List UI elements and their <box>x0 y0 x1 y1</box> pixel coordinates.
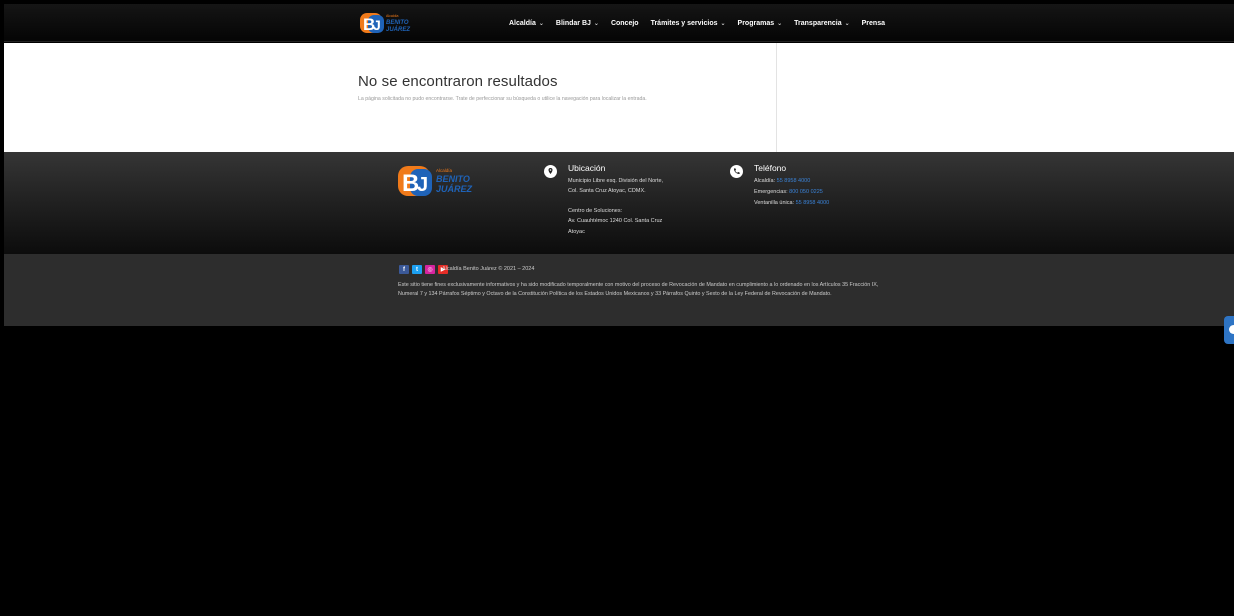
site-footer: B J Alcaldía BENITO JUÁREZ Ubicación Mun… <box>4 152 1234 254</box>
svg-text:J: J <box>373 17 381 33</box>
location-line: Atoyac <box>568 229 585 235</box>
chevron-down-icon: ⌄ <box>720 20 726 27</box>
phone-heading: Teléfono <box>754 163 787 173</box>
location-line: Centro de Soluciones: <box>568 208 623 214</box>
nav-item-concejo[interactable]: Concejo <box>611 20 639 27</box>
instagram-icon[interactable]: ◎ <box>425 265 435 274</box>
phone-icon <box>730 165 743 178</box>
location-pin-icon <box>544 165 557 178</box>
site-logo[interactable]: B J Alcaldía BENITO JUÁREZ <box>359 10 415 36</box>
svg-text:J: J <box>417 174 428 196</box>
footer-logo[interactable]: B J Alcaldía BENITO JUÁREZ <box>397 163 479 199</box>
phone-line-alcaldia: Alcaldía: 55 8958 4000 <box>754 178 811 184</box>
footer-location: Ubicación Municipio Libre esq. División … <box>544 163 714 253</box>
accessibility-tab[interactable] <box>1224 316 1234 344</box>
nav-item-tramites[interactable]: Trámites y servicios ⌄ <box>651 20 726 27</box>
nav-item-transparencia[interactable]: Transparencia ⌄ <box>794 20 850 27</box>
phone-line-emergencias: Emergencias: 800 050 0225 <box>754 189 823 195</box>
accessibility-icon <box>1229 325 1234 334</box>
location-line: Col. Santa Cruz Atoyac, CDMX. <box>568 188 646 194</box>
not-found-section: No se encontraron resultados La página s… <box>358 73 758 104</box>
sidebar-divider <box>776 43 777 152</box>
chevron-down-icon: ⌄ <box>538 20 544 27</box>
footer-phone: Teléfono Alcaldía: 55 8958 4000 Emergenc… <box>730 163 890 223</box>
svg-text:JUÁREZ: JUÁREZ <box>386 26 410 33</box>
chevron-down-icon: ⌄ <box>593 20 599 27</box>
phone-link-emergencias[interactable]: 800 050 0225 <box>789 189 823 195</box>
nav-item-programas[interactable]: Programas ⌄ <box>738 20 783 27</box>
phone-link-alcaldia[interactable]: 55 8958 4000 <box>777 178 811 184</box>
location-heading: Ubicación <box>568 163 606 173</box>
main-content: No se encontraron resultados La página s… <box>4 43 1234 152</box>
location-line: Av. Cuauhtémoc 1240 Col. Santa Cruz <box>568 218 663 224</box>
page-title: No se encontraron resultados <box>358 73 558 90</box>
chevron-down-icon: ⌄ <box>844 20 850 27</box>
svg-text:Alcaldía: Alcaldía <box>386 14 399 18</box>
chevron-down-icon: ⌄ <box>777 20 783 27</box>
not-found-message: La página solicitada no pudo encontrarse… <box>358 96 647 102</box>
page: B J Alcaldía BENITO JUÁREZ Alcaldía ⌄ Bli… <box>4 4 1234 616</box>
footer-bottom-bar: f t ◎ ▶ Alcaldía Benito Juárez © 2021 – … <box>4 254 1234 326</box>
nav-item-prensa[interactable]: Prensa <box>862 20 885 27</box>
facebook-icon[interactable]: f <box>399 265 409 274</box>
svg-text:BENITO: BENITO <box>386 20 409 26</box>
social-links: f t ◎ ▶ <box>399 265 448 274</box>
disclaimer-text: Este sitio tiene fines exclusivamente in… <box>398 282 879 297</box>
nav-item-blindar-bj[interactable]: Blindar BJ ⌄ <box>556 20 599 27</box>
svg-text:Alcaldía: Alcaldía <box>436 168 453 173</box>
location-line: Municipio Libre esq. División del Norte, <box>568 178 664 184</box>
svg-text:JUÁREZ: JUÁREZ <box>436 184 473 194</box>
copyright-text: Alcaldía Benito Juárez © 2021 – 2024 <box>442 266 535 272</box>
phone-line-ventanilla: Ventanilla única: 55 8958 4000 <box>754 200 830 206</box>
phone-link-ventanilla[interactable]: 55 8958 4000 <box>796 200 830 206</box>
main-nav: Alcaldía ⌄ Blindar BJ ⌄ Concejo Trámites y… <box>509 4 885 42</box>
twitter-icon[interactable]: t <box>412 265 422 274</box>
svg-text:BENITO: BENITO <box>436 174 470 184</box>
site-header: B J Alcaldía BENITO JUÁREZ Alcaldía ⌄ Bli… <box>4 4 1234 42</box>
nav-item-alcaldia[interactable]: Alcaldía ⌄ <box>509 20 544 27</box>
